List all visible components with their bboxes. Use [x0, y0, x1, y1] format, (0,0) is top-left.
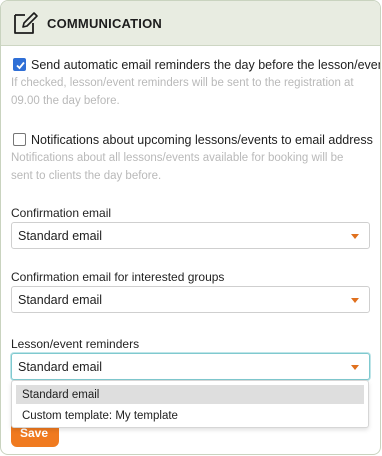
dropdown-option-custom[interactable]: Custom template: My template — [16, 406, 364, 425]
section-title: COMMUNICATION — [47, 16, 163, 31]
edit-note-icon — [11, 9, 39, 37]
notifications-checkbox[interactable] — [13, 133, 26, 146]
notifications-help-line2: sent to clients the day before. — [11, 170, 162, 182]
checkmark-icon — [16, 61, 25, 70]
reminders-dropdown-list: Standard email Custom template: My templ… — [11, 380, 369, 428]
reminder-checkbox[interactable] — [13, 58, 26, 71]
confirmation-email-value: Standard email — [18, 229, 103, 243]
notifications-help-line1: Notifications about all lessons/events a… — [11, 152, 344, 164]
confirmation-email-label: Confirmation email — [11, 206, 112, 220]
caret-down-icon — [351, 298, 359, 303]
reminders-label: Lesson/event reminders — [11, 337, 140, 351]
confirmation-email-select[interactable]: Standard email — [11, 222, 370, 249]
caret-down-icon — [351, 234, 359, 239]
reminders-value: Standard email — [18, 360, 103, 374]
communication-panel: COMMUNICATION Send automatic email remin… — [0, 0, 381, 455]
notifications-option-label[interactable]: Notifications about upcoming lessons/eve… — [31, 133, 373, 147]
interested-groups-email-value: Standard email — [18, 293, 103, 307]
reminder-option-label[interactable]: Send automatic email reminders the day b… — [31, 58, 380, 72]
caret-down-icon — [351, 365, 359, 370]
interested-groups-email-label: Confirmation email for interested groups — [11, 270, 225, 284]
interested-groups-email-select[interactable]: Standard email — [11, 286, 370, 313]
reminders-select[interactable]: Standard email — [11, 353, 370, 380]
section-header: COMMUNICATION — [1, 1, 380, 46]
reminder-help-line2: 09.00 the day before. — [11, 95, 120, 107]
dropdown-option-standard[interactable]: Standard email — [16, 385, 364, 404]
reminder-help-line1: If checked, lesson/event reminders will … — [11, 77, 354, 89]
